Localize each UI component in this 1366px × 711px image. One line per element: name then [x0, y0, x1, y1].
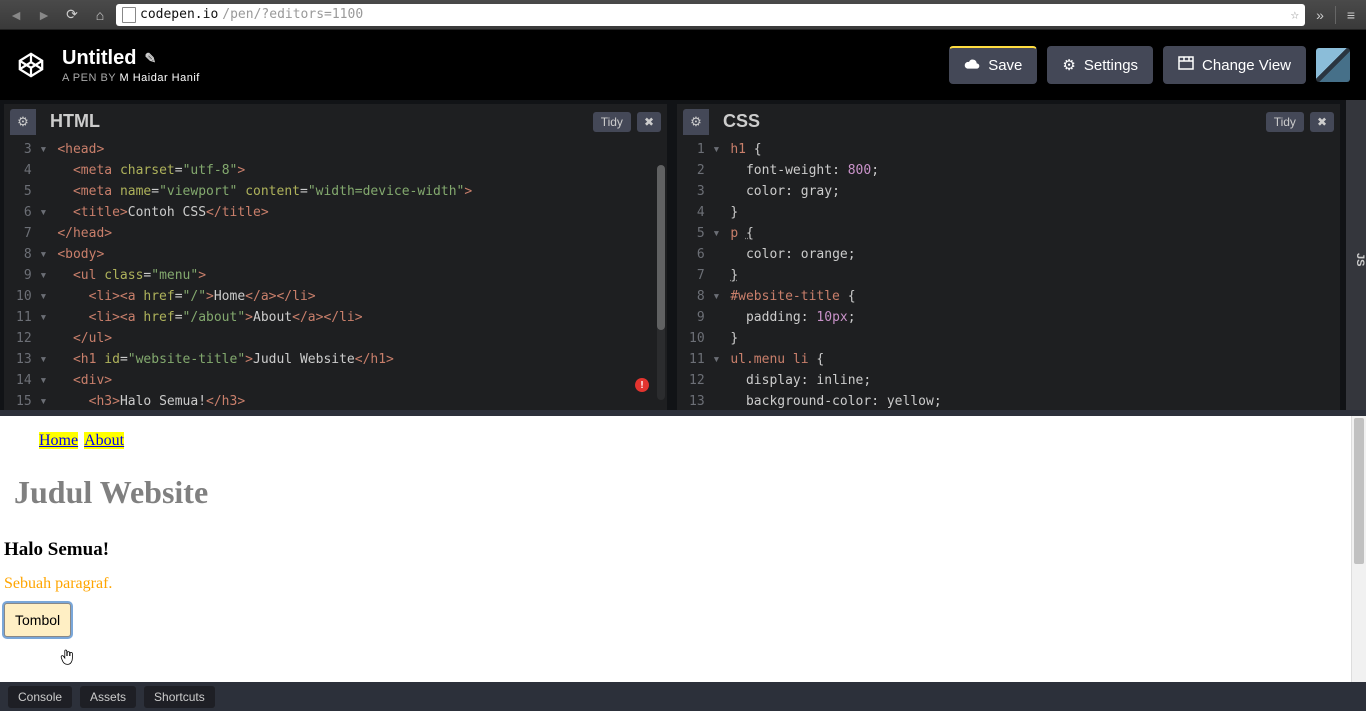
- pen-title[interactable]: Untitled: [62, 47, 136, 70]
- html-editor[interactable]: 3 ▾ 4 5 6 ▾ 7 8 ▾ 9 ▾ 10 ▾ 11 ▾ 12 13 ▾ …: [4, 135, 667, 410]
- preview-pane: Home About Judul Website Halo Semua! Seb…: [0, 410, 1366, 682]
- html-panel: ⚙ HTML Tidy ✖ 3 ▾ 4 5 6 ▾ 7 8 ▾ 9 ▾ 10 ▾…: [4, 104, 667, 410]
- css-settings-icon[interactable]: ⚙: [683, 109, 709, 135]
- html-tidy-button[interactable]: Tidy: [593, 112, 631, 132]
- gear-icon: ⚙: [1062, 56, 1075, 74]
- cursor-hand-icon: [60, 648, 76, 668]
- css-editor[interactable]: 1 ▾ 2 3 4 5 ▾ 6 7 8 ▾ 9 10 11 ▾ 12 13 h1…: [677, 135, 1340, 410]
- assets-button[interactable]: Assets: [80, 686, 136, 708]
- settings-label: Settings: [1084, 57, 1138, 74]
- list-item: About: [84, 432, 124, 449]
- save-button[interactable]: Save: [949, 46, 1037, 84]
- menu-button[interactable]: ≡: [1340, 4, 1362, 26]
- error-indicator-icon[interactable]: !: [635, 378, 649, 392]
- preview-nav-about[interactable]: About: [84, 432, 124, 449]
- edit-title-icon[interactable]: ✎: [144, 50, 156, 67]
- html-settings-icon[interactable]: ⚙: [10, 109, 36, 135]
- html-panel-head: ⚙ HTML Tidy ✖: [4, 104, 667, 135]
- preview-nav-home[interactable]: Home: [39, 432, 78, 449]
- html-scrollbar[interactable]: [657, 165, 665, 400]
- css-code[interactable]: h1 { font-weight: 800; color: gray; } p …: [722, 135, 1340, 410]
- divider: [1335, 6, 1336, 24]
- bookmark-star-icon[interactable]: ☆: [1291, 7, 1299, 23]
- overflow-button[interactable]: »: [1309, 4, 1331, 26]
- css-tidy-button[interactable]: Tidy: [1266, 112, 1304, 132]
- html-close-button[interactable]: ✖: [637, 112, 661, 132]
- css-label: CSS: [717, 108, 766, 135]
- preview-paragraph: Sebuah paragraf.: [4, 575, 1358, 593]
- home-button[interactable]: ⌂: [88, 4, 112, 26]
- preview-h3: Halo Semua!: [4, 539, 1358, 561]
- back-button[interactable]: ◄: [4, 4, 28, 26]
- layout-icon: [1178, 56, 1194, 74]
- footer-bar: Console Assets Shortcuts: [0, 682, 1366, 711]
- console-button[interactable]: Console: [8, 686, 72, 708]
- forward-button[interactable]: ►: [32, 4, 56, 26]
- codepen-logo-icon[interactable]: [16, 50, 46, 80]
- url-path: /pen/?editors=1100: [222, 7, 363, 22]
- shortcuts-button[interactable]: Shortcuts: [144, 686, 215, 708]
- css-panel: ⚙ CSS Tidy ✖ 1 ▾ 2 3 4 5 ▾ 6 7 8 ▾ 9 10 …: [677, 104, 1340, 410]
- css-panel-head: ⚙ CSS Tidy ✖: [677, 104, 1340, 135]
- pen-by-label: A PEN BY: [62, 72, 120, 84]
- page-icon: [122, 7, 136, 23]
- codepen-header: Untitled ✎ A PEN BY M Haidar Hanif Save …: [0, 30, 1366, 100]
- html-gutter: 3 ▾ 4 5 6 ▾ 7 8 ▾ 9 ▾ 10 ▾ 11 ▾ 12 13 ▾ …: [4, 135, 49, 410]
- preview-scrollbar[interactable]: [1351, 416, 1366, 682]
- url-host: codepen.io: [140, 7, 218, 22]
- editors-row: ⚙ HTML Tidy ✖ 3 ▾ 4 5 6 ▾ 7 8 ▾ 9 ▾ 10 ▾…: [0, 100, 1366, 410]
- html-code[interactable]: <head> <meta charset="utf-8"> <meta name…: [49, 135, 667, 410]
- css-close-button[interactable]: ✖: [1310, 112, 1334, 132]
- avatar[interactable]: [1316, 48, 1350, 82]
- browser-chrome: ◄ ► ⟳ ⌂ codepen.io/pen/?editors=1100 ☆ »…: [0, 0, 1366, 30]
- js-panel-collapsed[interactable]: JS: [1346, 100, 1366, 410]
- pen-author[interactable]: M Haidar Hanif: [120, 72, 200, 84]
- settings-button[interactable]: ⚙ Settings: [1047, 46, 1153, 84]
- preview-h1: Judul Website: [4, 464, 1358, 521]
- save-label: Save: [988, 57, 1022, 74]
- preview-button[interactable]: Tombol: [4, 603, 71, 637]
- list-item: Home: [39, 432, 78, 449]
- change-view-label: Change View: [1202, 57, 1291, 74]
- cloud-icon: [964, 57, 980, 74]
- html-label: HTML: [44, 108, 106, 135]
- change-view-button[interactable]: Change View: [1163, 46, 1306, 84]
- css-gutter: 1 ▾ 2 3 4 5 ▾ 6 7 8 ▾ 9 10 11 ▾ 12 13: [677, 135, 722, 410]
- preview-menu: Home About: [4, 432, 1358, 450]
- url-bar[interactable]: codepen.io/pen/?editors=1100 ☆: [116, 4, 1305, 26]
- reload-button[interactable]: ⟳: [60, 4, 84, 26]
